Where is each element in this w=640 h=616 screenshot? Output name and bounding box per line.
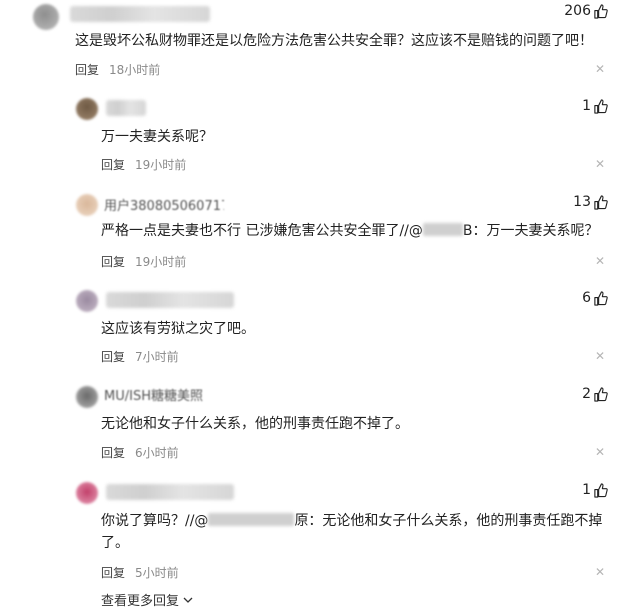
timestamp: 7小时前 — [135, 350, 179, 364]
timestamp: 19小时前 — [135, 158, 187, 172]
reply-button[interactable]: 回复 — [101, 350, 125, 364]
reply-button[interactable]: 回复 — [101, 446, 125, 460]
thumbs-up-icon — [594, 482, 608, 498]
reply-button[interactable]: 回复 — [75, 63, 99, 77]
comment-item: MU/ISH糖糖美照 2 无论他和女子什么关系，他的刑事责任跑不掉了。 回复 6小… — [0, 380, 640, 470]
mention-username[interactable] — [422, 223, 463, 236]
like-count: 1 — [582, 482, 591, 498]
comment-meta: 回复 19小时前 — [101, 253, 186, 270]
like-button[interactable]: 1 — [582, 98, 608, 114]
avatar[interactable] — [76, 482, 98, 504]
like-button[interactable]: 2 — [582, 386, 608, 402]
comment-item: 6 这应该有劳狱之灾了吧。 回复 7小时前 ✕ — [0, 284, 640, 374]
comment-item: 用户380805060717 13 严格一点是夫妻也不行 已涉嫌危害公共安全罪了… — [0, 188, 640, 278]
like-count: 1 — [582, 98, 591, 114]
comment-item: 1 你说了算吗？//@ 原：无论他和女子什么关系，他的刑事责任跑不掉 了。 回复 5… — [0, 476, 640, 586]
thumbs-up-icon — [594, 98, 608, 114]
comment-meta: 回复 7小时前 — [101, 348, 179, 365]
comment-text-head: 你说了算吗？//@ — [101, 513, 209, 529]
comment-text: 严格一点是夫妻也不行 已涉嫌危害公共安全罪了//@ B：万一夫妻关系呢？ — [101, 220, 599, 242]
username[interactable]: 用户380805060717 — [104, 195, 224, 214]
timestamp: 19小时前 — [135, 255, 187, 269]
close-icon[interactable]: ✕ — [595, 445, 605, 459]
comment-meta: 回复 18小时前 — [75, 61, 160, 78]
username[interactable]: MU/ISH糖糖美照 — [104, 385, 208, 404]
like-count: 2 — [582, 386, 591, 402]
mention-username[interactable] — [208, 513, 295, 526]
avatar[interactable] — [76, 290, 98, 312]
comment-meta: 回复 5小时前 — [101, 564, 179, 581]
comment-text: 你说了算吗？//@ 原：无论他和女子什么关系，他的刑事责任跑不掉 — [101, 510, 602, 532]
like-button[interactable]: 1 — [582, 482, 608, 498]
comment-meta: 回复 19小时前 — [101, 156, 186, 173]
timestamp: 18小时前 — [109, 63, 161, 77]
like-button[interactable]: 13 — [573, 194, 608, 210]
close-icon[interactable]: ✕ — [595, 565, 605, 579]
avatar[interactable] — [76, 194, 98, 216]
comment-text: 万一夫妻关系呢？ — [101, 129, 213, 145]
avatar[interactable] — [76, 98, 98, 120]
close-icon[interactable]: ✕ — [595, 349, 605, 363]
avatar[interactable] — [33, 4, 59, 30]
thumbs-up-icon — [594, 194, 608, 210]
like-button[interactable]: 6 — [582, 290, 608, 306]
comment-item: 1 万一夫妻关系呢？ 回复 19小时前 ✕ — [0, 92, 640, 182]
comment-meta: 回复 6小时前 — [101, 444, 179, 461]
thumbs-up-icon — [594, 3, 608, 19]
thumbs-up-icon — [594, 386, 608, 402]
chevron-down-icon — [183, 597, 193, 603]
username[interactable] — [106, 100, 146, 116]
username[interactable] — [106, 484, 234, 500]
reply-button[interactable]: 回复 — [101, 566, 125, 580]
comment-text: 无论他和女子什么关系，他的刑事责任跑不掉了。 — [101, 416, 409, 432]
timestamp: 5小时前 — [135, 566, 179, 580]
thumbs-up-icon — [594, 290, 608, 306]
comment-text: 这应该有劳狱之灾了吧。 — [101, 321, 255, 337]
like-count: 13 — [573, 194, 591, 210]
view-more-replies-link[interactable]: 查看更多回复 — [101, 590, 193, 609]
like-button[interactable]: 206 — [564, 3, 608, 19]
username[interactable] — [106, 292, 234, 308]
reply-button[interactable]: 回复 — [101, 255, 125, 269]
comment-text-line2: 了。 — [101, 535, 129, 551]
close-icon[interactable]: ✕ — [595, 157, 605, 171]
username[interactable] — [70, 6, 210, 22]
comment-text: 这是毁坏公私财物罪还是以危险方法危害公共安全罪？这应该不是赔钱的问题了吧！ — [75, 33, 593, 49]
view-more-replies-label: 查看更多回复 — [101, 594, 180, 609]
comment-text-tail: 原：无论他和女子什么关系，他的刑事责任跑不掉 — [294, 513, 603, 529]
reply-button[interactable]: 回复 — [101, 158, 125, 172]
comment-item: 206 这是毁坏公私财物罪还是以危险方法危害公共安全罪？这应该不是赔钱的问题了吧… — [0, 0, 640, 80]
timestamp: 6小时前 — [135, 446, 179, 460]
like-count: 206 — [564, 3, 591, 19]
comment-text-tail: B：万一夫妻关系呢？ — [462, 223, 599, 239]
comment-text-head: 严格一点是夫妻也不行 已涉嫌危害公共安全罪了//@ — [101, 223, 423, 239]
close-icon[interactable]: ✕ — [595, 254, 605, 268]
avatar[interactable] — [76, 386, 98, 408]
close-icon[interactable]: ✕ — [595, 62, 605, 76]
like-count: 6 — [582, 290, 591, 306]
